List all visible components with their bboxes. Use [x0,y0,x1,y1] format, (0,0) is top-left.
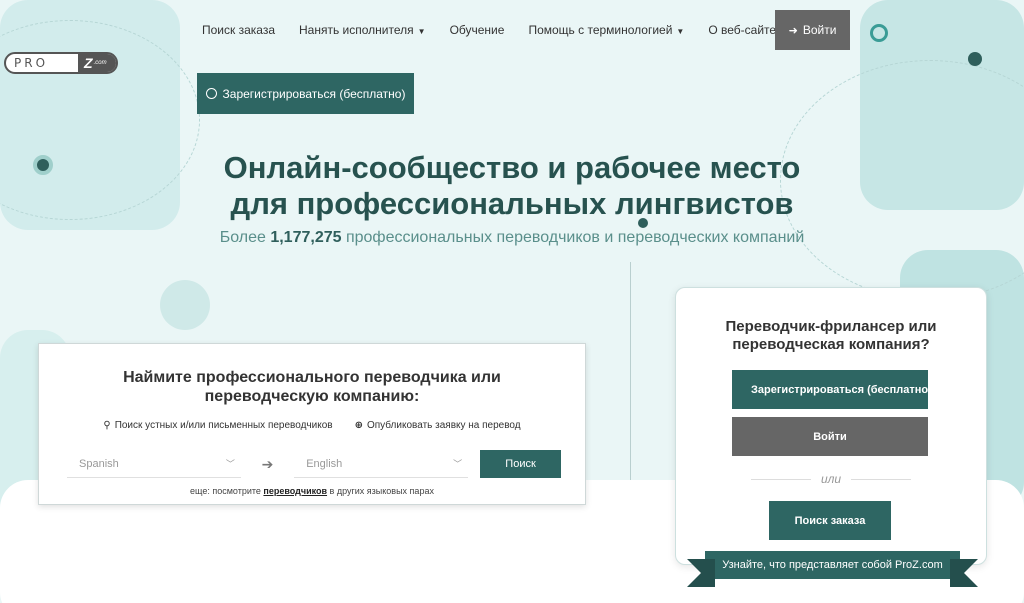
sign-in-icon: ➜ [788,24,798,37]
logo-pro-text: PRO [14,56,49,70]
hero-subtitle: Более 1,177,275 профессиональных перевод… [219,229,805,246]
user-circle-icon [205,88,217,99]
main-nav: Поиск заказа Нанять исполнителя ▼ Обучени… [190,10,788,50]
learn-about-ribbon[interactable]: Узнайте, что представляет собой ProZ.com [687,551,978,587]
freelancer-login-button[interactable]: Войти [732,417,928,456]
freelancer-card: Переводчик-фрилансер или переводческая к… [675,287,987,565]
login-button[interactable]: ➜ Войти [775,10,850,50]
option-post-job[interactable]: ⊕ Опубликовать заявку на перевод [355,420,521,431]
chevron-down-icon: ﹀ [225,459,235,469]
freelancer-card-title: Переводчик-фрилансер или переводческая к… [725,318,937,353]
other-pairs-note: еще: посмотрите переводчиков в других яз… [190,486,434,496]
caret-down-icon: ▼ [676,27,685,36]
search-button[interactable]: Поиск [480,450,561,478]
arrow-right-icon: ➔ [261,455,274,472]
nav-hire[interactable]: Нанять исполнителя ▼ [299,23,426,37]
nav-about[interactable]: О веб-сайте [708,23,776,37]
option-search-translators[interactable]: ⚲ Поиск устных и/или письменных переводчи… [103,420,332,431]
nav-terminology[interactable]: Помощь с терминологией ▼ [528,23,684,37]
or-divider: или [676,472,986,486]
proz-logo[interactable]: PRO Z .com [4,52,118,74]
target-language-select[interactable]: English ﹀ [294,450,469,478]
hire-translator-card: Наймите профессионального переводчика ил… [38,343,586,505]
plus-circle-icon: ⊕ [354,420,363,431]
search-card-title: Наймите профессионального переводчика ил… [123,369,501,405]
chevron-down-icon: ﹀ [453,459,463,469]
nav-training[interactable]: Обучение [450,23,505,37]
source-language-select[interactable]: Spanish ﹀ [67,450,241,478]
hero-title: Онлайн-сообщество и рабочее место для пр… [223,150,801,221]
member-count: 1,177,275 [270,229,342,246]
search-icon: ⚲ [103,420,111,431]
logo-z-text: Z .com [78,54,116,72]
freelancer-register-button[interactable]: Зарегистрироваться (бесплатно) [732,370,928,409]
register-free-button[interactable]: Зарегистрироваться (бесплатно) [197,73,414,114]
caret-down-icon: ▼ [417,27,426,36]
find-job-button[interactable]: Поиск заказа [769,501,891,540]
translators-link[interactable]: переводчиков [263,486,327,496]
nav-find-job[interactable]: Поиск заказа [202,23,275,37]
